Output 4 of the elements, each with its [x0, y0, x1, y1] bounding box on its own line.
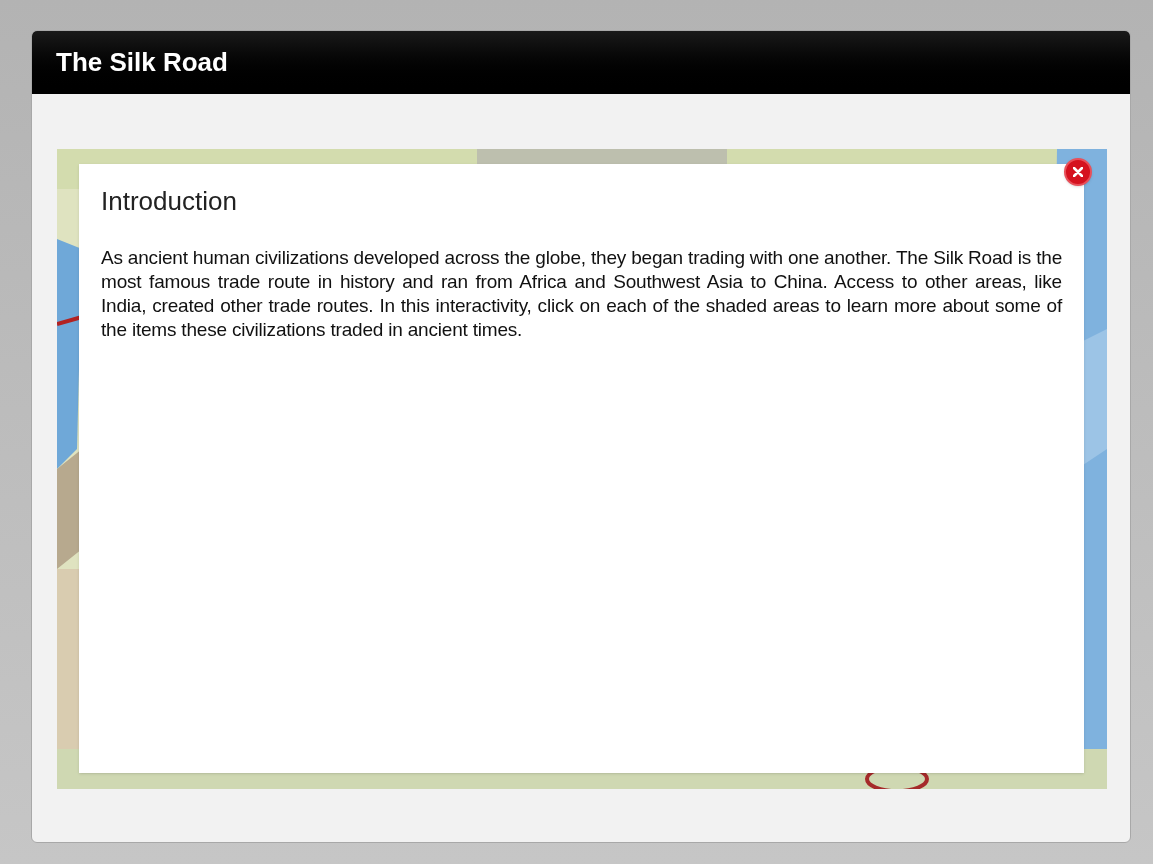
window-title: The Silk Road	[56, 46, 228, 79]
close-icon	[1073, 167, 1083, 177]
dialog-text: As ancient human civilizations developed across the globe, they began trading with one another. The Silk Road is the most famous trade route in history and ran from Africa and Southwest Asia to China. Access to other areas, like India, created other trade routes. In this interactivity, click on each of the shaded areas to learn more about some of the items these civilizations traded in ancient times.	[101, 246, 1062, 342]
dialog-title: Introduction	[101, 188, 238, 214]
